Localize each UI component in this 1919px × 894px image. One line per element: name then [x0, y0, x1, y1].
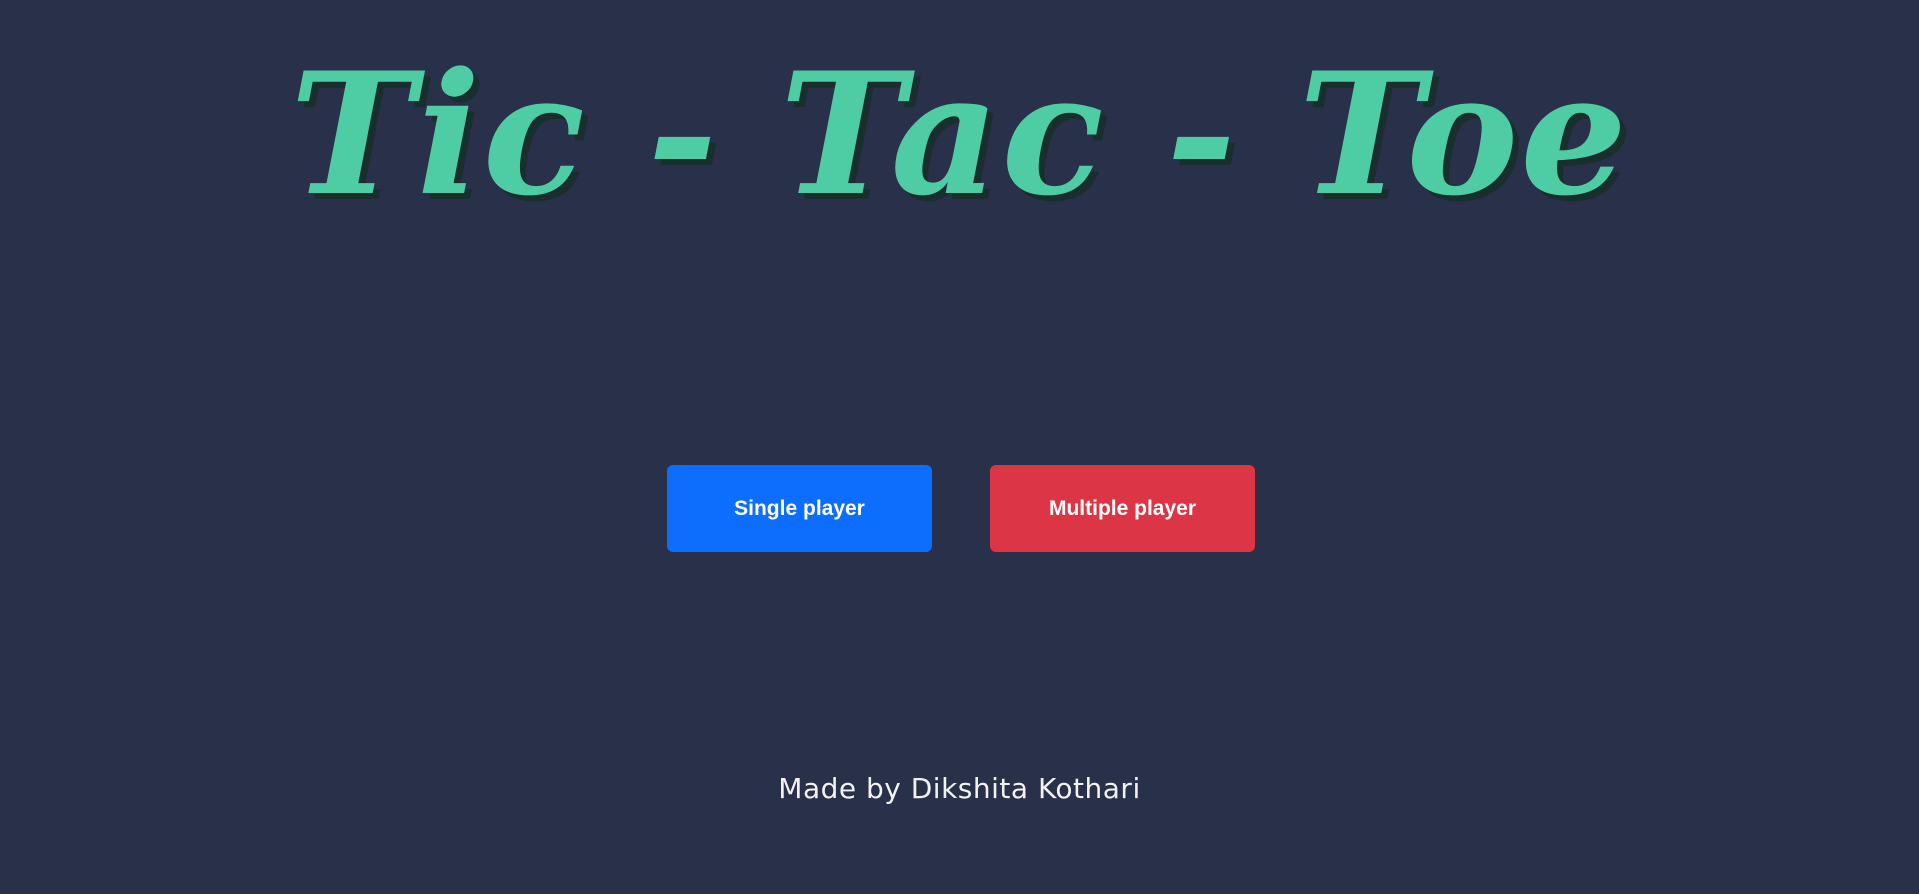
multiple-player-button[interactable]: Multiple player	[990, 465, 1255, 552]
footer-credit: Made by Dikshita Kothari	[778, 772, 1141, 805]
page: Tic - Tac - Toe Single player Multiple p…	[0, 0, 1919, 894]
single-player-button[interactable]: Single player	[667, 465, 932, 552]
page-title: Tic - Tac - Toe	[289, 35, 1630, 233]
